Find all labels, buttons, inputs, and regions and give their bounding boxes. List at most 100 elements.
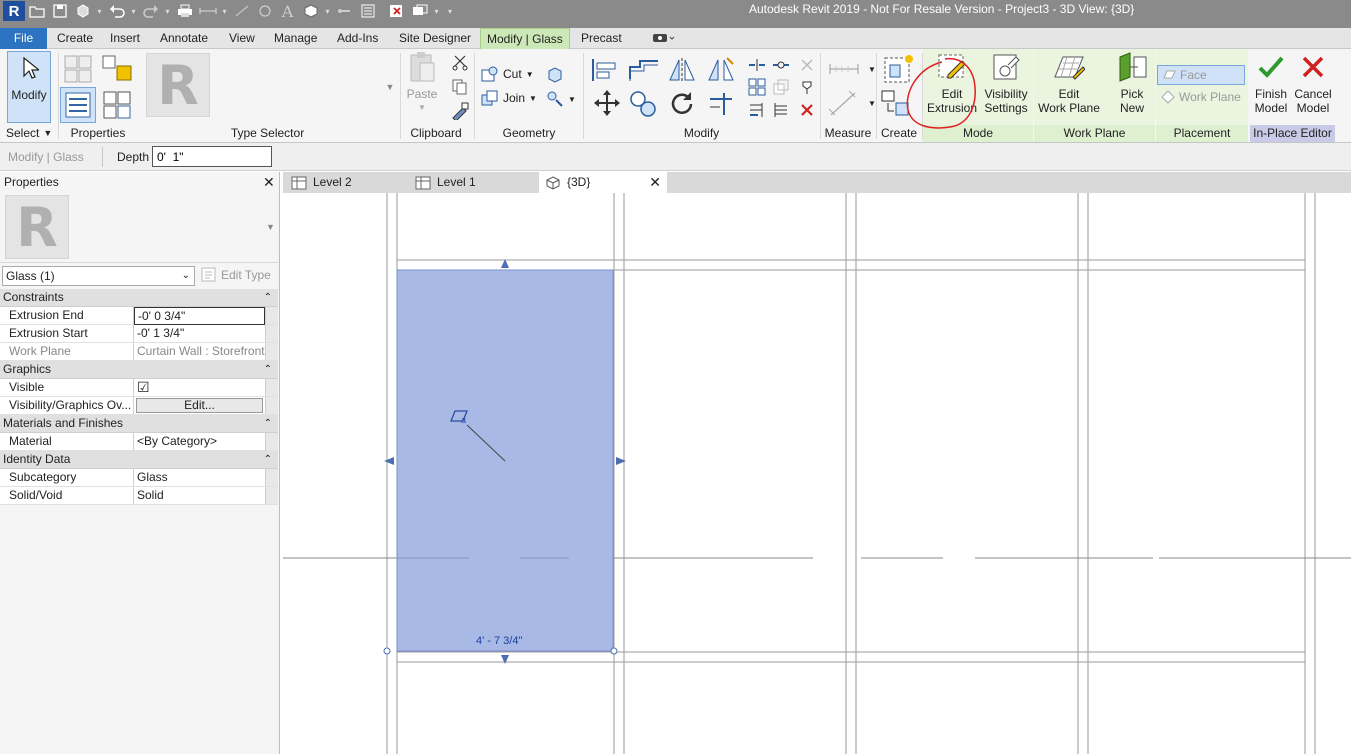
wall-joins-icon[interactable] xyxy=(545,65,565,85)
tab-view[interactable]: View xyxy=(223,28,261,49)
constraints-group-header[interactable]: Constraints ⌃ xyxy=(0,289,278,307)
move-icon[interactable] xyxy=(593,89,621,117)
trim-extend-single-icon[interactable] xyxy=(747,100,767,120)
3d-view-icon[interactable] xyxy=(299,0,322,22)
materials-group-header[interactable]: Materials and Finishes ⌃ xyxy=(0,415,278,433)
open-icon[interactable] xyxy=(25,0,48,22)
aligned-dimension-icon[interactable] xyxy=(828,89,860,119)
array-icon[interactable] xyxy=(747,77,767,97)
create-similar-icon[interactable] xyxy=(880,89,914,119)
tab-precast[interactable]: Precast xyxy=(575,28,628,49)
chevron-down-icon[interactable]: ▼ xyxy=(562,89,582,109)
mirror-draw-axis-icon[interactable] xyxy=(706,55,736,85)
chevron-down-icon[interactable]: ▾ xyxy=(94,0,105,22)
ribbon-minimize-icon[interactable] xyxy=(645,28,681,49)
pin-icon[interactable] xyxy=(797,77,817,97)
instance-type-dropdown[interactable]: Glass (1) ⌄ xyxy=(2,266,195,286)
depth-input[interactable] xyxy=(152,146,272,167)
view-tab-level-2[interactable]: Level 2 xyxy=(285,172,407,193)
placement-work-plane-option[interactable]: Work Plane xyxy=(1161,90,1241,104)
scrollbar[interactable] xyxy=(265,307,278,325)
view-tab-level-1[interactable]: Level 1 xyxy=(409,172,537,193)
scrollbar[interactable] xyxy=(265,487,278,505)
visible-checkbox[interactable]: ☑ xyxy=(134,379,265,397)
close-icon[interactable]: ✕ xyxy=(649,172,661,193)
measure-icon[interactable] xyxy=(196,0,219,22)
view-tab-3d[interactable]: {3D} ✕ xyxy=(539,172,667,193)
material-value[interactable]: <By Category> xyxy=(134,433,265,451)
vis-graphics-edit-button[interactable]: Edit... xyxy=(136,398,263,413)
type-selector-dropdown-icon[interactable]: ▼ xyxy=(380,77,400,97)
tab-insert[interactable]: Insert xyxy=(104,28,146,49)
chevron-down-icon[interactable]: ▼ xyxy=(862,59,882,79)
edit-extrusion-button[interactable]: Edit Extrusion xyxy=(926,51,978,115)
tab-modify-glass[interactable]: Modify | Glass xyxy=(480,28,570,49)
mirror-pick-axis-icon[interactable] xyxy=(667,55,697,85)
undo-dropdown-icon[interactable]: ▾ xyxy=(128,0,139,22)
family-types-icon[interactable] xyxy=(62,53,94,85)
select-dropdown[interactable]: Select ▼ xyxy=(6,126,52,140)
dimension-icon[interactable] xyxy=(230,0,253,22)
scrollbar[interactable] xyxy=(265,343,278,361)
trim-extend-multiple-icon[interactable] xyxy=(771,100,791,120)
graphics-group-header[interactable]: Graphics ⌃ xyxy=(0,361,278,379)
visibility-settings-button[interactable]: Visibility Settings xyxy=(982,51,1030,115)
chevron-down-icon[interactable]: ▼ xyxy=(862,93,882,113)
tab-manage[interactable]: Manage xyxy=(268,28,323,49)
scrollbar[interactable] xyxy=(265,433,278,451)
copy-icon[interactable] xyxy=(450,77,470,97)
extrusion-end-input[interactable]: -0' 0 3/4" xyxy=(134,307,265,325)
placement-face-option[interactable]: Face xyxy=(1157,65,1245,85)
drawing-canvas[interactable]: a 4' - 7 3/4" xyxy=(283,193,1351,754)
unpin-icon[interactable] xyxy=(797,55,817,75)
undo-icon[interactable] xyxy=(105,0,128,22)
scrollbar[interactable] xyxy=(265,397,278,415)
close-hidden-icon[interactable] xyxy=(385,0,408,22)
tag-icon[interactable] xyxy=(253,0,276,22)
save-icon[interactable] xyxy=(48,0,71,22)
shape-handle-bottom[interactable] xyxy=(501,655,509,664)
align-icon[interactable] xyxy=(590,55,620,85)
tab-site-designer[interactable]: Site Designer xyxy=(393,28,477,49)
paste-button[interactable]: Paste ▼ xyxy=(404,51,440,115)
pick-new-button[interactable]: Pick New xyxy=(1110,51,1154,115)
type-list-dropdown-icon[interactable]: ▼ xyxy=(266,222,275,232)
cut-geometry-button[interactable]: Cut ▼ xyxy=(481,66,534,82)
customize-qat-icon[interactable]: ▾ xyxy=(442,0,458,22)
3d-dropdown-icon[interactable]: ▾ xyxy=(322,0,333,22)
create-group-icon[interactable] xyxy=(882,53,916,87)
copy-element-icon[interactable] xyxy=(628,89,660,119)
switch-windows-icon[interactable] xyxy=(408,0,431,22)
finish-model-button[interactable]: Finish Model xyxy=(1252,51,1290,115)
edit-type-button[interactable]: Edit Type xyxy=(201,267,271,283)
tab-annotate[interactable]: Annotate xyxy=(154,28,214,49)
text-icon[interactable]: A xyxy=(276,0,299,22)
split-with-gap-icon[interactable] xyxy=(771,55,791,75)
identity-group-header[interactable]: Identity Data ⌃ xyxy=(0,451,278,469)
scrollbar[interactable] xyxy=(265,469,278,487)
switch-windows-dropdown-icon[interactable]: ▾ xyxy=(431,0,442,22)
sync-icon[interactable] xyxy=(71,0,94,22)
rotate-icon[interactable] xyxy=(667,89,697,119)
type-properties-icon[interactable] xyxy=(101,89,135,121)
join-geometry-button[interactable]: Join ▼ xyxy=(481,90,537,106)
offset-icon[interactable] xyxy=(627,55,661,85)
subcategory-value[interactable]: Glass xyxy=(134,469,265,487)
thin-lines-icon[interactable] xyxy=(356,0,379,22)
measure-between-references-icon[interactable] xyxy=(828,59,860,79)
scrollbar[interactable] xyxy=(265,325,278,343)
scale-icon[interactable] xyxy=(771,77,791,97)
tab-add-ins[interactable]: Add-Ins xyxy=(331,28,384,49)
close-icon[interactable]: ✕ xyxy=(263,174,275,191)
family-category-icon[interactable] xyxy=(100,53,134,85)
dimension-label[interactable]: 4' - 7 3/4" xyxy=(476,635,522,647)
split-element-icon[interactable] xyxy=(747,55,767,75)
redo-dropdown-icon[interactable]: ▾ xyxy=(162,0,173,22)
3d-view-drawing[interactable]: a 4' - 7 3/4" xyxy=(283,193,1351,754)
cancel-model-button[interactable]: Cancel Model xyxy=(1292,51,1334,115)
shape-handle-left[interactable] xyxy=(384,457,394,465)
corner-grip-right[interactable] xyxy=(610,647,618,655)
corner-grip-left[interactable] xyxy=(383,647,391,655)
cut-scissors-icon[interactable] xyxy=(450,53,470,73)
trim-extend-corner-icon[interactable] xyxy=(706,89,736,119)
